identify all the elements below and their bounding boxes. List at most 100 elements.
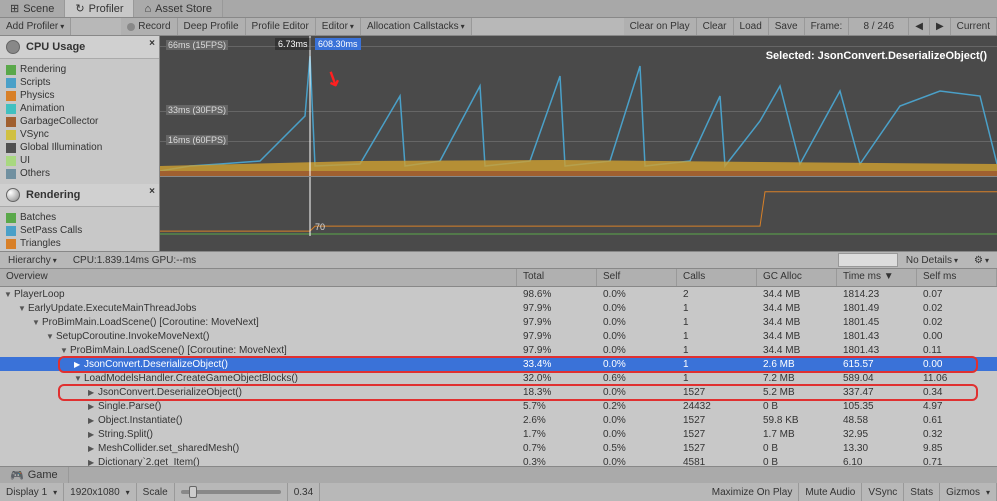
legend-color-swatch <box>6 78 16 88</box>
frame-counter: 8 / 246 <box>849 18 909 35</box>
close-icon[interactable]: × <box>149 186 155 197</box>
gear-icon[interactable]: ⚙▾ <box>966 254 997 267</box>
table-row[interactable]: ▼ProBimMain.LoadScene() [Coroutine: Move… <box>0 343 997 357</box>
record-button[interactable]: Record <box>121 18 177 35</box>
legend-item[interactable]: GarbageCollector <box>6 115 153 128</box>
save-button[interactable]: Save <box>769 18 805 35</box>
col-gc-alloc[interactable]: GC Alloc <box>757 269 837 286</box>
legend-item[interactable]: UI <box>6 154 153 167</box>
mute-audio-button[interactable]: Mute Audio <box>799 483 862 501</box>
legend-item[interactable]: Scripts <box>6 76 153 89</box>
clear-on-play-button[interactable]: Clear on Play <box>624 18 697 35</box>
close-icon[interactable]: × <box>149 38 155 49</box>
legend-item[interactable]: Rendering <box>6 63 153 76</box>
legend-item[interactable]: SetPass Calls <box>6 224 153 237</box>
tree-arrow-icon[interactable]: ▶ <box>88 444 98 453</box>
table-row[interactable]: ▼EarlyUpdate.ExecuteMainThreadJobs97.9%0… <box>0 301 997 315</box>
cell-calls: 1 <box>677 317 757 328</box>
col-self[interactable]: Self <box>597 269 677 286</box>
current-button[interactable]: Current <box>951 18 997 35</box>
table-row[interactable]: ▼LoadModelsHandler.CreateGameObjectBlock… <box>0 371 997 385</box>
col-calls[interactable]: Calls <box>677 269 757 286</box>
deep-profile-button[interactable]: Deep Profile <box>178 18 246 35</box>
cell-self: 0.0% <box>597 415 677 426</box>
cpu-usage-section[interactable]: CPU Usage × <box>0 36 159 59</box>
cell-time: 1801.43 <box>837 345 917 356</box>
rendering-graph-svg <box>160 177 997 236</box>
vsync-button[interactable]: VSync <box>862 483 904 501</box>
table-row[interactable]: ▼PlayerLoop98.6%0.0%234.4 MB1814.230.07 <box>0 287 997 301</box>
hierarchy-dropdown[interactable]: Hierarchy▾ <box>0 252 65 268</box>
rendering-section[interactable]: Rendering × <box>0 184 159 207</box>
scale-slider[interactable] <box>175 483 288 501</box>
table-row[interactable]: ▶String.Split()1.7%0.0%15271.7 MB32.950.… <box>0 427 997 441</box>
add-profiler-button[interactable]: Add Profiler▾ <box>0 18 71 35</box>
legend-item[interactable]: Global Illumination <box>6 141 153 154</box>
col-self-ms[interactable]: Self ms <box>917 269 997 286</box>
prev-frame-button[interactable]: ◀ <box>909 18 930 35</box>
tab-asset-store[interactable]: ⌂Asset Store <box>134 0 223 17</box>
load-button[interactable]: Load <box>734 18 769 35</box>
table-row[interactable]: ▶JsonConvert.DeserializeObject()33.4%0.0… <box>0 357 997 371</box>
legend-color-swatch <box>6 169 16 179</box>
legend-item[interactable]: Triangles <box>6 237 153 250</box>
profiler-graph[interactable]: 66ms (15FPS) 33ms (30FPS) 16ms (60FPS) 6… <box>160 36 997 251</box>
tree-arrow-icon[interactable]: ▼ <box>32 318 42 327</box>
profiler-sidebar: CPU Usage × RenderingScriptsPhysicsAnima… <box>0 36 160 251</box>
legend-color-swatch <box>6 130 16 140</box>
rendering-axis-label: 70 <box>315 222 325 232</box>
stats-button[interactable]: Stats <box>904 483 940 501</box>
table-row[interactable]: ▼SetupCoroutine.InvokeMoveNext()97.9%0.0… <box>0 329 997 343</box>
clear-button[interactable]: Clear <box>697 18 734 35</box>
legend-label: Batches <box>20 212 56 223</box>
legend-item[interactable]: Others <box>6 167 153 180</box>
no-details-dropdown[interactable]: No Details▾ <box>898 254 966 267</box>
row-name: String.Split() <box>98 429 153 440</box>
col-total[interactable]: Total <box>517 269 597 286</box>
tree-arrow-icon[interactable]: ▼ <box>74 374 84 383</box>
legend-item[interactable]: Physics <box>6 89 153 102</box>
tab-profiler[interactable]: ↻Profiler <box>65 0 134 17</box>
profile-editor-button[interactable]: Profile Editor <box>246 18 316 35</box>
chevron-down-icon: ▾ <box>461 22 465 31</box>
legend-color-swatch <box>6 226 16 236</box>
cell-time: 13.30 <box>837 443 917 454</box>
tree-arrow-icon[interactable]: ▶ <box>88 402 98 411</box>
display-dropdown[interactable]: Display 1▾ <box>0 483 64 501</box>
cell-selfms: 0.02 <box>917 303 997 314</box>
search-input[interactable] <box>838 253 898 267</box>
cell-self: 0.0% <box>597 359 677 370</box>
alloc-callstacks-dropdown[interactable]: Allocation Callstacks▾ <box>361 18 472 35</box>
tab-game[interactable]: 🎮Game <box>0 467 69 483</box>
tree-arrow-icon[interactable]: ▼ <box>46 332 56 341</box>
legend-item[interactable]: VSync <box>6 128 153 141</box>
tree-arrow-icon[interactable]: ▼ <box>4 290 14 299</box>
tree-arrow-icon[interactable]: ▶ <box>74 360 84 369</box>
cell-self: 0.0% <box>597 331 677 342</box>
col-time-ms[interactable]: Time ms ▼ <box>837 269 917 286</box>
col-overview[interactable]: Overview <box>0 269 517 286</box>
legend-color-swatch <box>6 104 16 114</box>
editor-dropdown[interactable]: Editor▾ <box>316 18 361 35</box>
resolution-dropdown[interactable]: 1920x1080▾ <box>64 483 137 501</box>
row-name: JsonConvert.DeserializeObject() <box>84 359 228 370</box>
table-row[interactable]: ▶Single.Parse()5.7%0.2%244320 B105.354.9… <box>0 399 997 413</box>
legend-item[interactable]: Batches <box>6 211 153 224</box>
table-row[interactable]: ▶Object.Instantiate()2.6%0.0%152759.8 KB… <box>0 413 997 427</box>
cell-selfms: 0.02 <box>917 317 997 328</box>
maximize-on-play-button[interactable]: Maximize On Play <box>706 483 800 501</box>
table-row[interactable]: ▶JsonConvert.DeserializeObject()18.3%0.0… <box>0 385 997 399</box>
cell-time: 1814.23 <box>837 289 917 300</box>
gizmos-dropdown[interactable]: Gizmos▾ <box>940 483 997 501</box>
tree-arrow-icon[interactable]: ▶ <box>88 388 98 397</box>
table-row[interactable]: ▶MeshCollider.set_sharedMesh()0.7%0.5%15… <box>0 441 997 455</box>
tree-arrow-icon[interactable]: ▶ <box>88 430 98 439</box>
cell-total: 1.7% <box>517 429 597 440</box>
tab-scene[interactable]: ⊞Scene <box>0 0 65 17</box>
tree-arrow-icon[interactable]: ▼ <box>18 304 28 313</box>
table-row[interactable]: ▼ProBimMain.LoadScene() [Coroutine: Move… <box>0 315 997 329</box>
next-frame-button[interactable]: ▶ <box>930 18 951 35</box>
tree-arrow-icon[interactable]: ▶ <box>88 416 98 425</box>
legend-item[interactable]: Animation <box>6 102 153 115</box>
tree-arrow-icon[interactable]: ▼ <box>60 346 70 355</box>
